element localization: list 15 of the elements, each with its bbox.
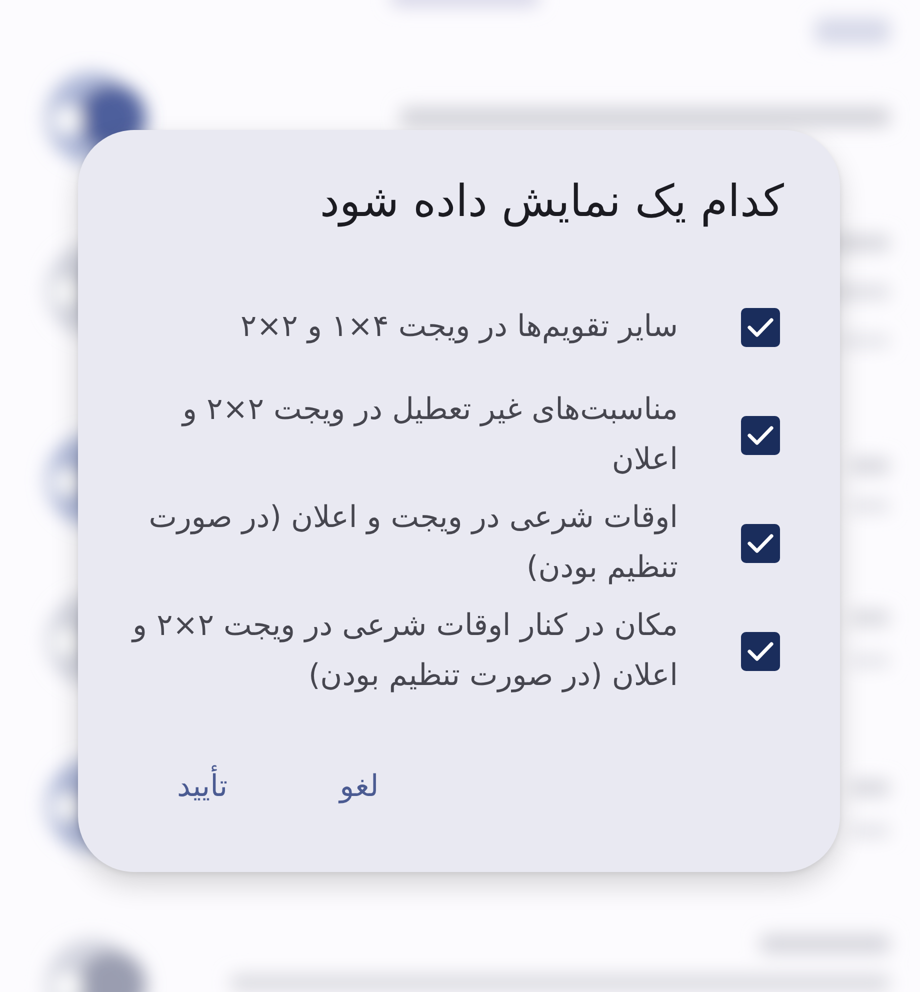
checkbox[interactable] <box>741 308 780 346</box>
option-label: سایر تقویم‌ها در ویجت ۴×۱ و ۲×۲ <box>240 308 678 346</box>
checkbox[interactable] <box>741 416 780 454</box>
option-label: مکان در کنار اوقات شرعی در ویجت ۲×۲ و اعلان (در صورت تنظیم بودن) <box>130 607 678 695</box>
check-icon <box>747 424 774 446</box>
check-icon <box>747 316 774 338</box>
dialog-title: کدام یک نمایش داده شود <box>320 175 784 229</box>
option-label: اوقات شرعی در ویجت و اعلان (در صورت تنظیم بودن) <box>148 499 678 587</box>
cancel-button[interactable]: لغو <box>318 758 401 814</box>
check-icon <box>747 532 774 554</box>
confirm-button[interactable]: تأیید <box>155 758 250 814</box>
check-icon <box>747 640 774 662</box>
checkbox[interactable] <box>741 632 780 670</box>
checkbox[interactable] <box>741 524 780 562</box>
option-label: مناسبت‌های غیر تعطیل در ویجت ۲×۲ و اعلان <box>180 391 678 479</box>
